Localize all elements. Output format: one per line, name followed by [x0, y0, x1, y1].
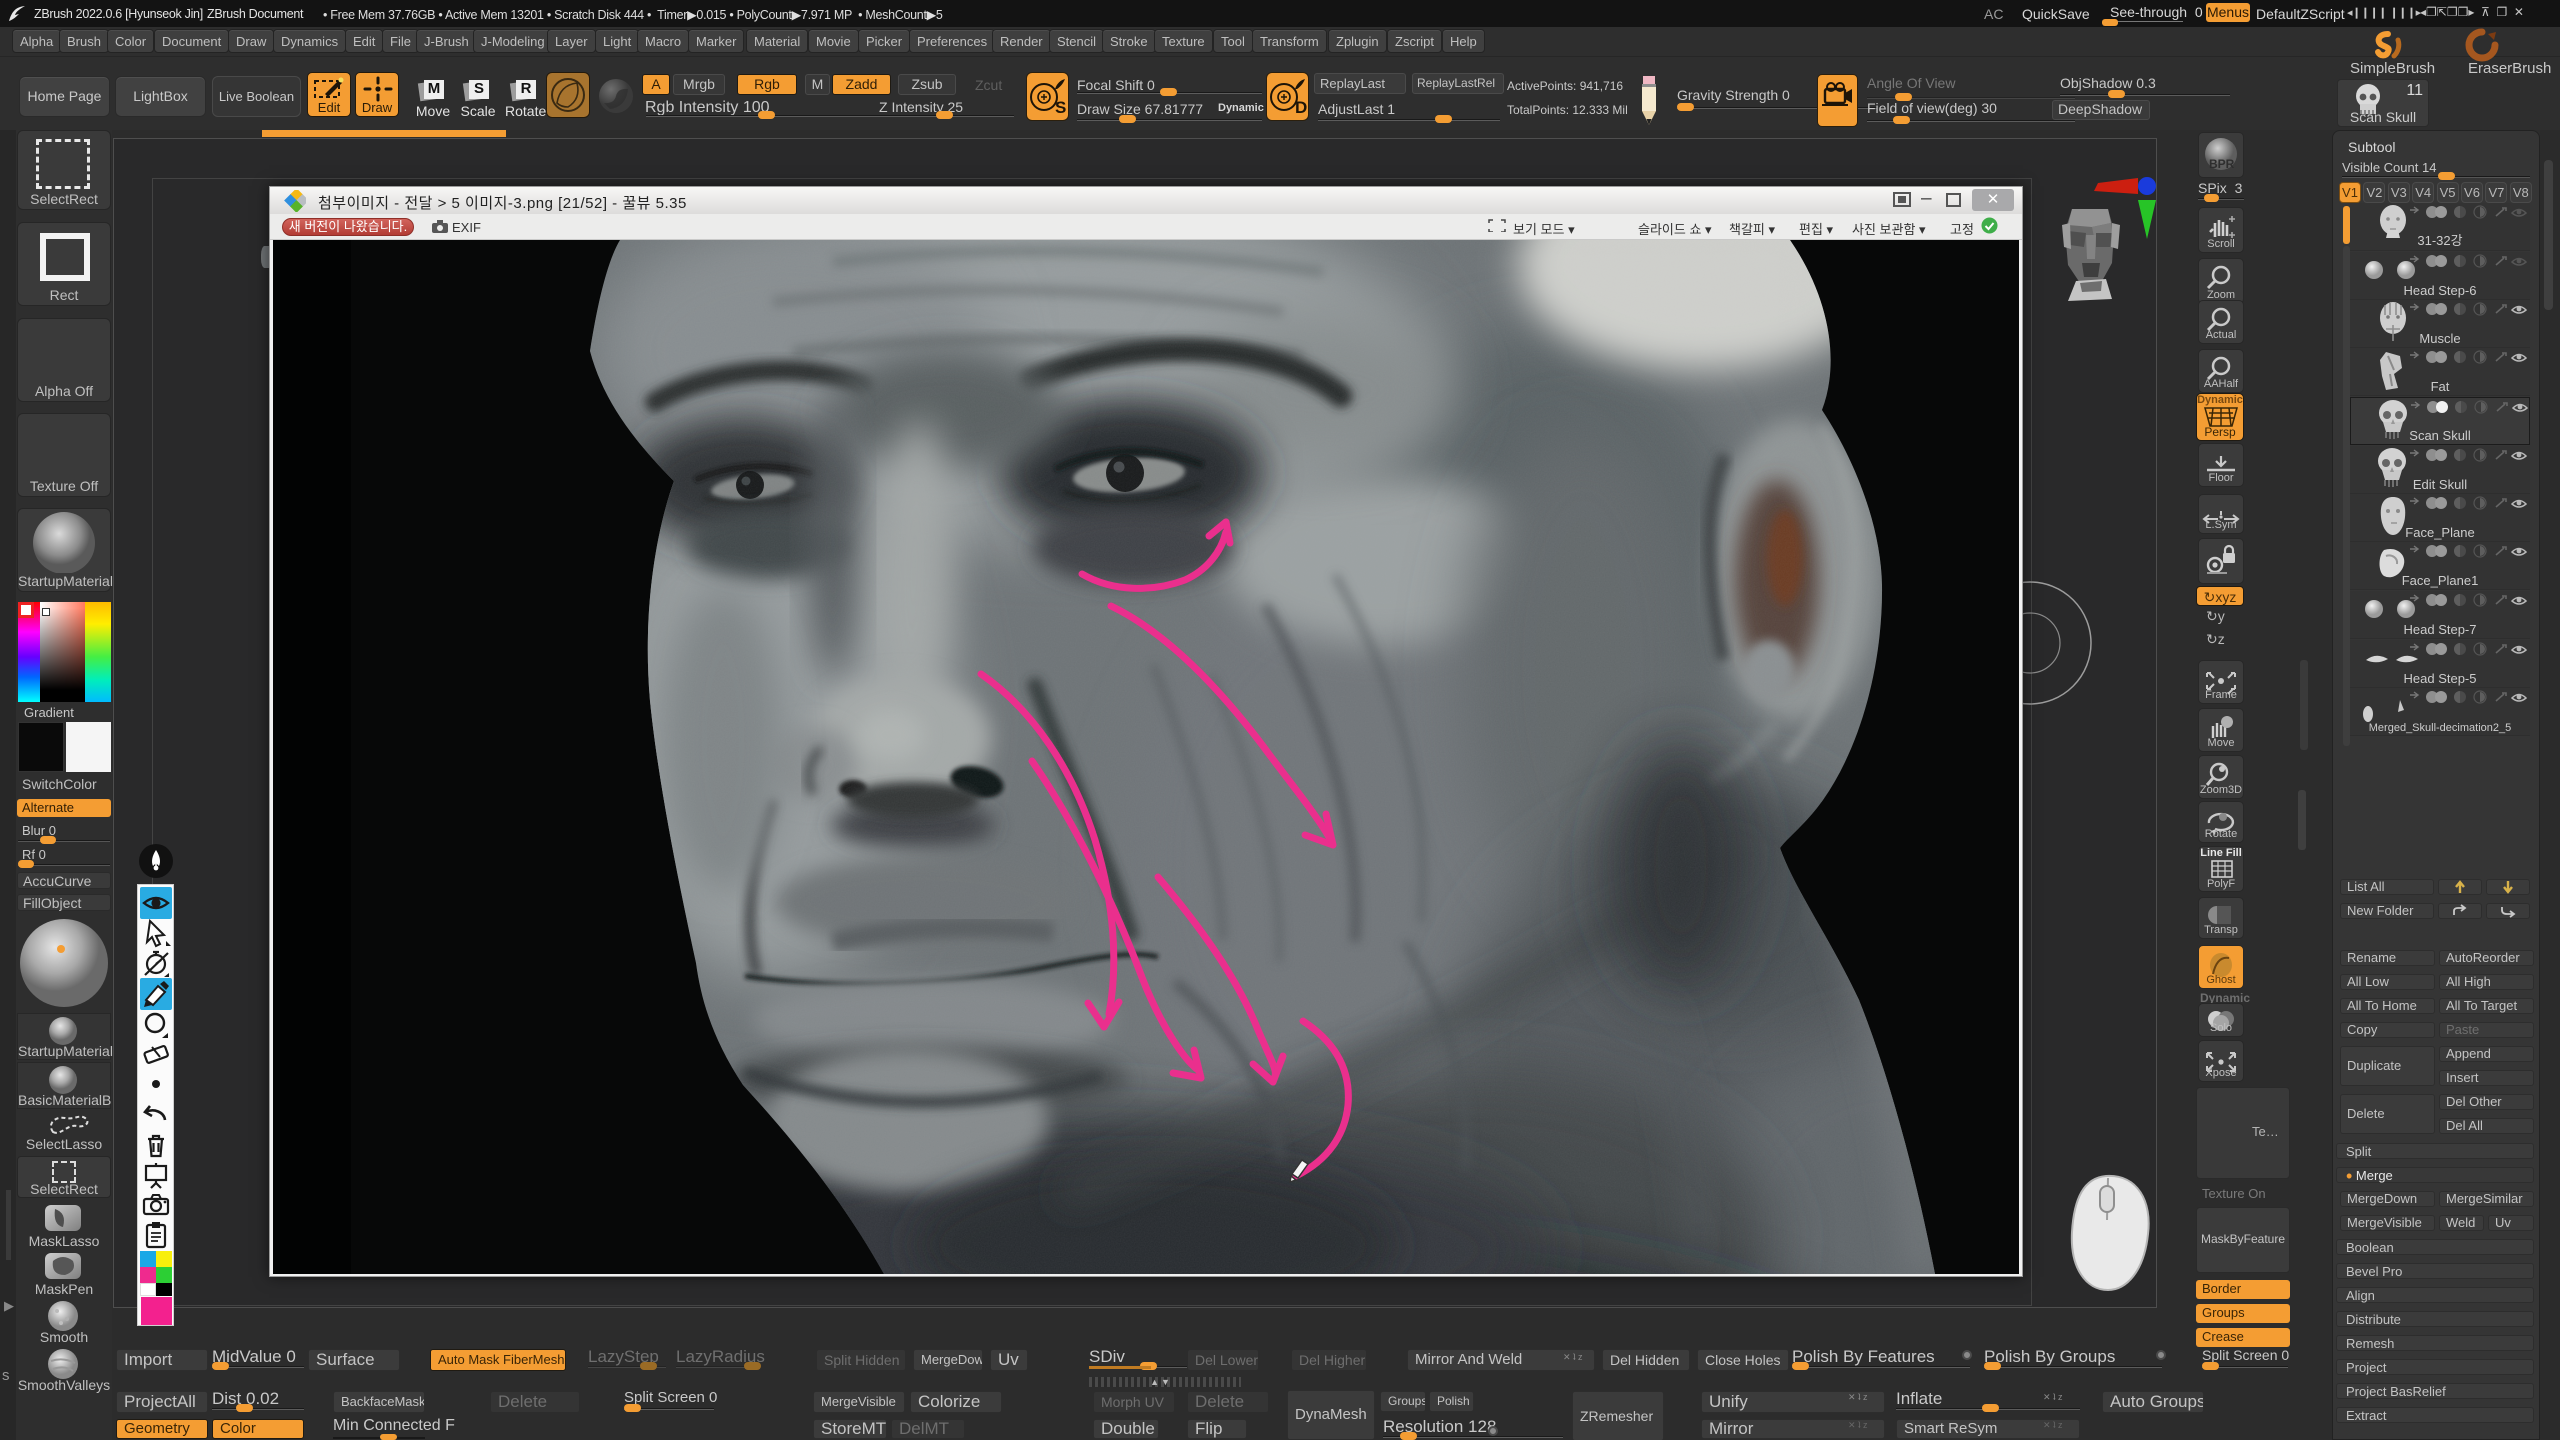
svg-text:BPR: BPR [2209, 157, 2235, 171]
svg-text:S: S [1055, 98, 1066, 117]
svg-text:D: D [1295, 98, 1307, 117]
